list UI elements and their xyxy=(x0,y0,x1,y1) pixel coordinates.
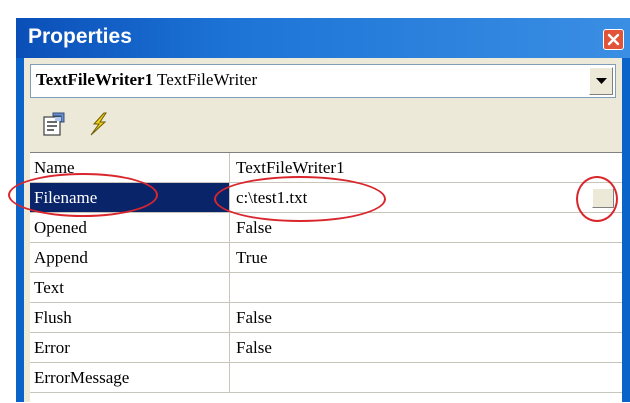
dropdown-button[interactable] xyxy=(589,67,613,95)
property-row-name[interactable]: Name TextFileWriter1 xyxy=(30,153,622,183)
property-name-value[interactable]: TextFileWriter1 xyxy=(230,153,622,182)
property-row-filename[interactable]: Filename c:\test1.txt xyxy=(30,183,622,213)
properties-page-icon xyxy=(43,112,65,136)
component-select[interactable]: TextFileWriter1 TextFileWriter xyxy=(30,64,616,98)
title-bar[interactable]: Properties xyxy=(16,18,630,58)
property-append-label: Append xyxy=(30,243,230,272)
property-name-label: Name xyxy=(30,153,230,182)
property-row-opened[interactable]: Opened False xyxy=(30,213,622,243)
component-name: TextFileWriter1 xyxy=(36,70,154,89)
browse-button[interactable] xyxy=(592,188,614,208)
chevron-down-icon xyxy=(596,78,607,84)
lightning-events-icon xyxy=(90,112,107,136)
property-filename-label: Filename xyxy=(30,183,230,212)
window-title: Properties xyxy=(28,25,132,48)
property-errormessage-label: ErrorMessage xyxy=(30,363,230,392)
properties-window: Properties TextFileWriter1 TextFileWrite… xyxy=(16,18,630,403)
property-error-value[interactable]: False xyxy=(230,333,622,362)
events-view-button[interactable] xyxy=(84,110,112,138)
property-row-errormessage[interactable]: ErrorMessage xyxy=(30,363,622,393)
filename-value-text: c:\test1.txt xyxy=(236,188,308,207)
property-row-text[interactable]: Text xyxy=(30,273,622,303)
component-select-value: TextFileWriter1 TextFileWriter xyxy=(36,70,257,90)
property-append-value[interactable]: True xyxy=(230,243,622,272)
property-flush-label: Flush xyxy=(30,303,230,332)
properties-toolbar xyxy=(24,102,622,148)
property-text-value[interactable] xyxy=(230,273,622,302)
properties-panel: TextFileWriter1 TextFileWriter Name Text… xyxy=(24,58,622,403)
property-grid: Name TextFileWriter1 Filename c:\test1.t… xyxy=(30,152,622,403)
property-error-label: Error xyxy=(30,333,230,362)
property-flush-value[interactable]: False xyxy=(230,303,622,332)
property-opened-label: Opened xyxy=(30,213,230,242)
property-row-append[interactable]: Append True xyxy=(30,243,622,273)
property-row-flush[interactable]: Flush False xyxy=(30,303,622,333)
component-type: TextFileWriter xyxy=(157,70,258,89)
property-filename-value[interactable]: c:\test1.txt xyxy=(230,183,622,212)
property-row-error[interactable]: Error False xyxy=(30,333,622,363)
property-opened-value[interactable]: False xyxy=(230,213,622,242)
close-icon xyxy=(607,33,620,46)
property-text-label: Text xyxy=(30,273,230,302)
properties-view-button[interactable] xyxy=(40,110,68,138)
close-button[interactable] xyxy=(603,29,624,50)
property-errormessage-value[interactable] xyxy=(230,363,622,392)
